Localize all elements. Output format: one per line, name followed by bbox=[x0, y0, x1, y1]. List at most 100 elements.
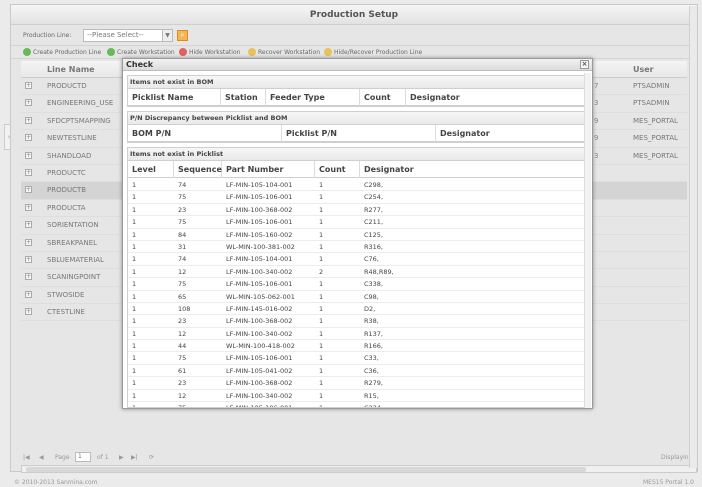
last-page-icon[interactable]: ▶| bbox=[131, 454, 138, 461]
line-name-cell: SHANDLOAD bbox=[47, 151, 92, 160]
prev-page-icon[interactable]: ◀ bbox=[39, 454, 44, 461]
sequence-cell: 75 bbox=[178, 354, 187, 363]
close-icon[interactable]: × bbox=[580, 60, 589, 69]
table-row[interactable]: 1 75 LF-MIN-105-106-001 1 C33, bbox=[128, 352, 587, 365]
hide-workstation-button[interactable]: Hide Workstation bbox=[179, 48, 240, 58]
level-cell: 1 bbox=[132, 181, 137, 189]
designator-cell: D2, bbox=[364, 304, 376, 313]
part-number-cell: LF-MIN-100-368-002 bbox=[226, 205, 293, 214]
count-cell: 1 bbox=[319, 292, 324, 301]
column-header[interactable]: Part Number bbox=[222, 161, 315, 178]
table-row[interactable]: 1 75 LF-MIN-105-106-001 1 C254, bbox=[128, 191, 587, 204]
level-cell: 1 bbox=[132, 255, 137, 264]
column-header[interactable]: Picklist P/N bbox=[282, 125, 436, 142]
sequence-cell: 12 bbox=[178, 329, 187, 338]
table-row[interactable]: 1 75 LF-MIN-105-106-001 1 C338, bbox=[128, 278, 587, 291]
designator-cell: C254, bbox=[364, 193, 384, 202]
sequence-cell: 74 bbox=[178, 181, 187, 189]
create-production-line-button[interactable]: Create Production Line bbox=[23, 48, 101, 58]
search-icon[interactable]: ⌕ bbox=[177, 30, 188, 41]
table-row[interactable]: 1 23 LF-MIN-100-368-002 1 R277, bbox=[128, 204, 587, 217]
sequence-cell: 75 bbox=[178, 404, 186, 407]
refresh-icon[interactable]: ⟳ bbox=[149, 454, 154, 461]
first-page-icon[interactable]: |◀ bbox=[23, 454, 30, 461]
column-header[interactable]: BOM P/N bbox=[128, 125, 282, 142]
sequence-cell: 12 bbox=[178, 267, 187, 276]
horizontal-scrollbar[interactable] bbox=[21, 465, 697, 473]
horizontal-scroll-thumb[interactable] bbox=[26, 467, 586, 472]
dialog-scrollbar[interactable] bbox=[584, 73, 591, 408]
expand-icon[interactable]: + bbox=[25, 168, 32, 176]
count-cell: 1 bbox=[319, 366, 324, 375]
column-header[interactable]: Designator bbox=[406, 89, 589, 106]
line-name-cell: PRODUCTD bbox=[47, 82, 87, 90]
production-line-select[interactable]: --Please Select-- ▼ bbox=[83, 29, 173, 42]
column-header[interactable]: Designator bbox=[436, 125, 589, 142]
column-header-user[interactable]: User bbox=[633, 65, 654, 74]
column-header[interactable]: Station bbox=[221, 89, 266, 106]
sequence-cell: 75 bbox=[178, 280, 187, 289]
expand-icon[interactable]: + bbox=[25, 255, 32, 263]
column-header[interactable]: Count bbox=[315, 161, 360, 178]
table-row[interactable]: 1 23 LF-MIN-100-368-002 1 R279, bbox=[128, 377, 587, 390]
expand-icon[interactable]: + bbox=[25, 99, 32, 107]
column-header[interactable]: Count bbox=[360, 89, 406, 106]
expand-icon[interactable]: + bbox=[25, 186, 32, 194]
table-row[interactable]: 1 74 LF-MIN-105-104-001 1 C298, bbox=[128, 179, 587, 192]
level-cell: 1 bbox=[132, 354, 137, 363]
table-row[interactable]: 1 75 LF-MIN-105-106-001 1 C211, bbox=[128, 216, 587, 229]
chevron-down-icon[interactable]: ▼ bbox=[162, 30, 172, 41]
vertical-scrollbar[interactable] bbox=[689, 6, 697, 468]
expand-icon[interactable]: + bbox=[25, 273, 32, 281]
table-row[interactable]: 1 75 LF-MIN-105-106-001 1 C234, bbox=[128, 402, 587, 407]
expand-icon[interactable]: + bbox=[25, 82, 32, 89]
table-row[interactable]: 1 84 LF-MIN-105-160-002 1 C125, bbox=[128, 229, 587, 241]
section-title: P/N Discrepancy between Picklist and BOM bbox=[128, 112, 587, 125]
count-cell: 1 bbox=[319, 354, 324, 363]
table-row[interactable]: 1 44 WL-MIN-100-418-002 1 R166, bbox=[128, 340, 587, 353]
table-row[interactable]: 1 23 LF-MIN-100-368-002 1 R38, bbox=[128, 315, 587, 328]
copyright-text: © 2010-2013 Sanmina.com bbox=[14, 479, 98, 486]
sequence-cell: 65 bbox=[178, 292, 187, 301]
expand-icon[interactable]: + bbox=[25, 290, 32, 298]
level-cell: 1 bbox=[132, 292, 137, 301]
table-row[interactable]: 1 12 LF-MIN-100-340-002 2 R48,R89, bbox=[128, 266, 587, 279]
recover-workstation-button[interactable]: Recover Workstation bbox=[248, 48, 320, 58]
section-items-not-in-bom: Items not exist in BOM Picklist Name Sta… bbox=[127, 75, 588, 107]
column-header[interactable]: Designator bbox=[360, 161, 589, 178]
line-name-cell: SBLUEMATERIAL bbox=[47, 255, 104, 264]
table-row[interactable]: 1 12 LF-MIN-100-340-002 1 R15, bbox=[128, 390, 587, 403]
column-header-line-name[interactable]: Line Name bbox=[47, 65, 95, 74]
next-page-icon[interactable]: ▶ bbox=[119, 454, 124, 461]
designator-cell: C98, bbox=[364, 292, 379, 301]
create-workstation-button[interactable]: Create Workstation bbox=[107, 48, 175, 58]
column-header[interactable]: Sequence bbox=[174, 161, 222, 178]
hide-recover-production-line-button[interactable]: Hide/Recover Production Line bbox=[324, 48, 422, 58]
table-row[interactable]: 1 61 LF-MIN-105-041-002 1 C36, bbox=[128, 365, 587, 378]
page-number-input[interactable]: 1 bbox=[75, 452, 91, 462]
line-name-cell: PRODUCTA bbox=[47, 203, 86, 212]
column-header[interactable]: Level bbox=[128, 161, 174, 178]
line-name-cell: STWOSIDE bbox=[47, 290, 85, 299]
designator-cell: C76, bbox=[364, 255, 379, 264]
expand-icon[interactable]: + bbox=[25, 134, 32, 142]
count-cell: 1 bbox=[319, 230, 324, 239]
table-row[interactable]: 1 65 WL-MIN-105-062-001 1 C98, bbox=[128, 291, 587, 303]
expand-icon[interactable]: + bbox=[25, 116, 32, 124]
table-row[interactable]: 1 12 LF-MIN-100-340-002 1 R137, bbox=[128, 328, 587, 341]
column-header[interactable]: Feeder Type bbox=[266, 89, 360, 106]
table-row[interactable]: 1 74 LF-MIN-105-104-001 1 C76, bbox=[128, 253, 587, 266]
line-name-cell: NEWTESTLINE bbox=[47, 134, 97, 143]
expand-icon[interactable]: + bbox=[25, 221, 32, 229]
hidden-column-cell: 9 bbox=[594, 134, 599, 143]
hidden-column-cell: 3 bbox=[594, 151, 599, 160]
table-row[interactable]: 1 31 WL-MIN-100-381-002 1 R316, bbox=[128, 241, 587, 254]
level-cell: 1 bbox=[132, 218, 137, 227]
column-header[interactable]: Picklist Name bbox=[128, 89, 221, 106]
expand-icon[interactable]: + bbox=[25, 203, 32, 211]
part-number-cell: WL-MIN-100-418-002 bbox=[226, 342, 295, 351]
expand-icon[interactable]: + bbox=[25, 308, 32, 316]
table-row[interactable]: 1 108 LF-MIN-145-016-002 1 D2, bbox=[128, 303, 587, 316]
expand-icon[interactable]: + bbox=[25, 151, 32, 159]
expand-icon[interactable]: + bbox=[25, 238, 32, 246]
